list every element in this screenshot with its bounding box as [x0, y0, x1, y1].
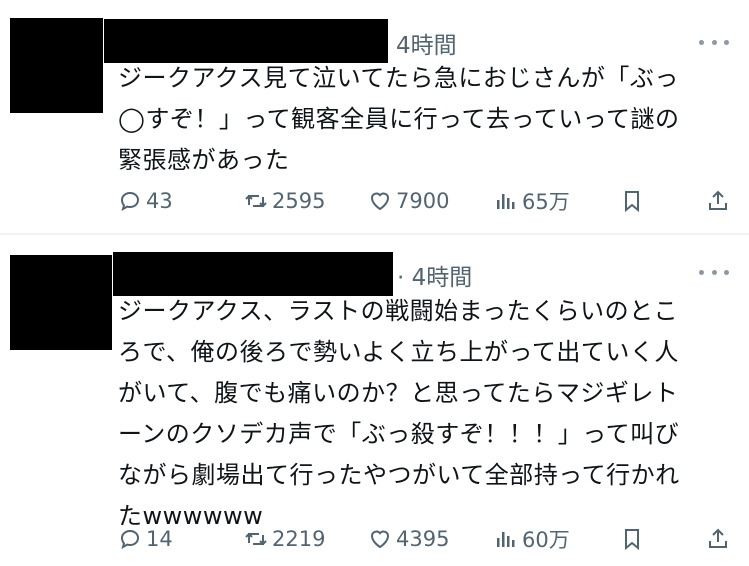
avatar[interactable] [10, 18, 103, 113]
retweet-button[interactable]: 2595 [244, 186, 325, 216]
reply-count: 43 [146, 189, 173, 213]
user-name-redacted [113, 252, 393, 296]
bookmark-icon [625, 529, 639, 551]
heart-icon [370, 530, 390, 549]
tweet-text-line: ーンのクソデカ声で「ぶっ殺すぞ！！！」って叫び [118, 420, 680, 448]
retweet-icon [245, 194, 267, 208]
bookmark-button[interactable] [620, 524, 648, 554]
like-count: 4395 [396, 527, 450, 551]
action-bar: 14 2219 4395 60万 [118, 524, 738, 554]
tweet-text-line: ジークアクス見て泣いてたら急におじさんが「ぶっ [118, 64, 679, 92]
reply-icon [120, 529, 140, 550]
reply-button[interactable]: 43 [118, 186, 173, 216]
tweet-text-line: 緊張感があった [118, 146, 290, 174]
views-icon [497, 194, 515, 209]
bookmark-button[interactable] [620, 186, 648, 216]
tweet-text: ジークアクス見て泣いてたら急におじさんが「ぶっ ◯すぞ！」って観客全員に行って去… [118, 58, 729, 181]
more-icon[interactable] [699, 32, 729, 52]
tweet-text-line: ◯すぞ！」って観客全員に行って去っていって謎の [118, 105, 680, 133]
like-button[interactable]: 4395 [368, 524, 449, 554]
retweet-icon [245, 532, 267, 546]
retweet-count: 2219 [272, 527, 326, 551]
bookmark-icon [625, 191, 639, 213]
tweet-time[interactable]: · 4時間 [397, 258, 472, 292]
views-count: 60万 [522, 528, 570, 552]
share-icon [709, 528, 727, 548]
share-icon [709, 190, 727, 210]
like-button[interactable]: 7900 [368, 186, 449, 216]
share-button[interactable] [706, 524, 734, 554]
views-icon [497, 532, 515, 547]
divider [0, 233, 749, 235]
tweet-text: ジークアクス、ラストの戦闘始まったくらいのとこ ろで、俺の後ろで勢いよく立ち上が… [118, 291, 729, 537]
views-button[interactable]: 60万 [494, 524, 570, 554]
reply-count: 14 [146, 527, 173, 551]
tweet-text-line: ろで、俺の後ろで勢いよく立ち上がって出ていく人 [118, 338, 679, 366]
share-button[interactable] [706, 186, 734, 216]
heart-icon [370, 192, 390, 211]
user-name-redacted [104, 19, 388, 63]
retweet-count: 2595 [272, 189, 326, 213]
tweet-text-line: ジークアクス、ラストの戦闘始まったくらいのとこ [118, 297, 679, 325]
reply-button[interactable]: 14 [118, 524, 173, 554]
avatar[interactable] [10, 255, 112, 350]
tweet-card[interactable]: 4時間 ジークアクス見て泣いてたら急におじさんが「ぶっ ◯すぞ！」って観客全員に… [0, 0, 749, 233]
tweet-text-line: がいて、腹でも痛いのか？と思ってたらマジギレト [118, 379, 679, 407]
reply-icon [120, 191, 140, 212]
retweet-button[interactable]: 2219 [244, 524, 325, 554]
views-count: 65万 [522, 190, 570, 214]
tweet-card[interactable]: · 4時間 ジークアクス、ラストの戦闘始まったくらいのとこ ろで、俺の後ろで勢い… [0, 236, 749, 566]
more-icon[interactable] [699, 262, 729, 282]
tweet-time[interactable]: 4時間 [396, 26, 457, 60]
like-count: 7900 [396, 189, 450, 213]
tweet-text-line: ながら劇場出て行ったやつがいて全部持って行かれ [118, 461, 680, 489]
views-button[interactable]: 65万 [494, 186, 570, 216]
action-bar: 43 2595 7900 65万 [118, 186, 738, 216]
